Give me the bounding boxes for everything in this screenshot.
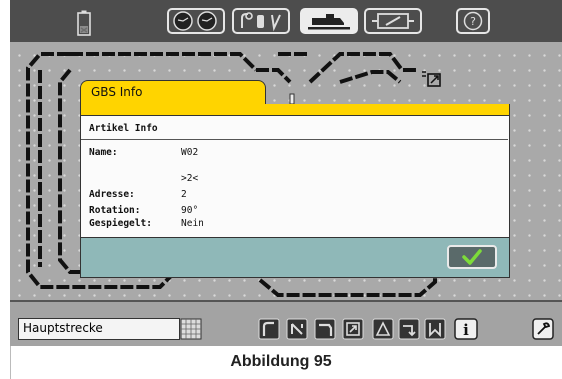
rotation-label: Rotation: [89,205,141,216]
address-value: 2 [181,189,187,200]
speedometers-button[interactable] [167,8,225,34]
name-value: W02 [181,147,199,158]
tool-button-5[interactable] [372,318,394,340]
info-button[interactable]: i [454,318,478,340]
extra-value: >2< [181,173,199,184]
figure-caption: Abbildung 95 [230,353,332,370]
tool-button-3[interactable] [314,318,336,340]
svg-text:?: ? [470,15,476,28]
info-icon: i [454,318,478,340]
ok-button[interactable] [447,245,497,269]
corner-tool-icon [314,318,336,340]
checkmark-icon [462,249,482,265]
tool-button-1[interactable] [258,318,280,340]
divider [81,139,508,140]
dialog-body: Artikel Info Name: W02 >2< Adresse: 2 Ro… [80,115,510,238]
section-name: Hauptstrecke [23,321,103,335]
settings-button[interactable] [532,318,554,340]
switch-icon [372,13,414,29]
rotate-tool-icon [286,318,308,340]
mirrored-value: Nein [181,218,204,229]
mirror-tool-icon [372,318,394,340]
move-tool-icon [342,318,364,340]
help-icon: ? [463,11,483,31]
bottom-toolbar: Hauptstrecke i [10,300,562,346]
dialog-title-bar [80,104,510,115]
locomotive-button[interactable] [300,8,358,34]
keyboard-button[interactable] [180,318,202,340]
keys-button[interactable] [232,8,290,34]
app-screen: ? GBS Info Artikel Info Name: W02 >2< Ad… [10,0,562,346]
section-heading: Artikel Info [89,123,158,134]
dialog-title: GBS Info [91,85,143,99]
section-name-field[interactable]: Hauptstrecke [18,318,180,340]
name-label: Name: [89,147,118,158]
address-label: Adresse: [89,189,135,200]
top-toolbar: ? [10,0,562,42]
svg-text:i: i [463,321,469,339]
gbs-info-dialog: GBS Info Artikel Info Name: W02 >2< Adre… [80,66,510,278]
dialog-footer [80,237,510,278]
delete-tool-icon [424,318,446,340]
locomotive-icon [308,14,350,30]
help-button[interactable]: ? [456,8,490,34]
keys-icon [241,12,281,32]
battery-icon [77,10,91,36]
tool-button-2[interactable] [286,318,308,340]
switch-button[interactable] [364,8,422,34]
tool-button-7[interactable] [424,318,446,340]
mirrored-label: Gespiegelt: [89,218,152,229]
rotation-value: 90° [181,205,199,216]
flip-tool-icon [398,318,420,340]
wrench-icon [532,318,554,340]
tool-button-4[interactable] [342,318,364,340]
tool-button-6[interactable] [398,318,420,340]
speedometers-icon [173,11,217,31]
keyboard-icon [180,318,202,340]
track-tool-icon [258,318,280,340]
dialog-title-tab: GBS Info [80,80,266,104]
